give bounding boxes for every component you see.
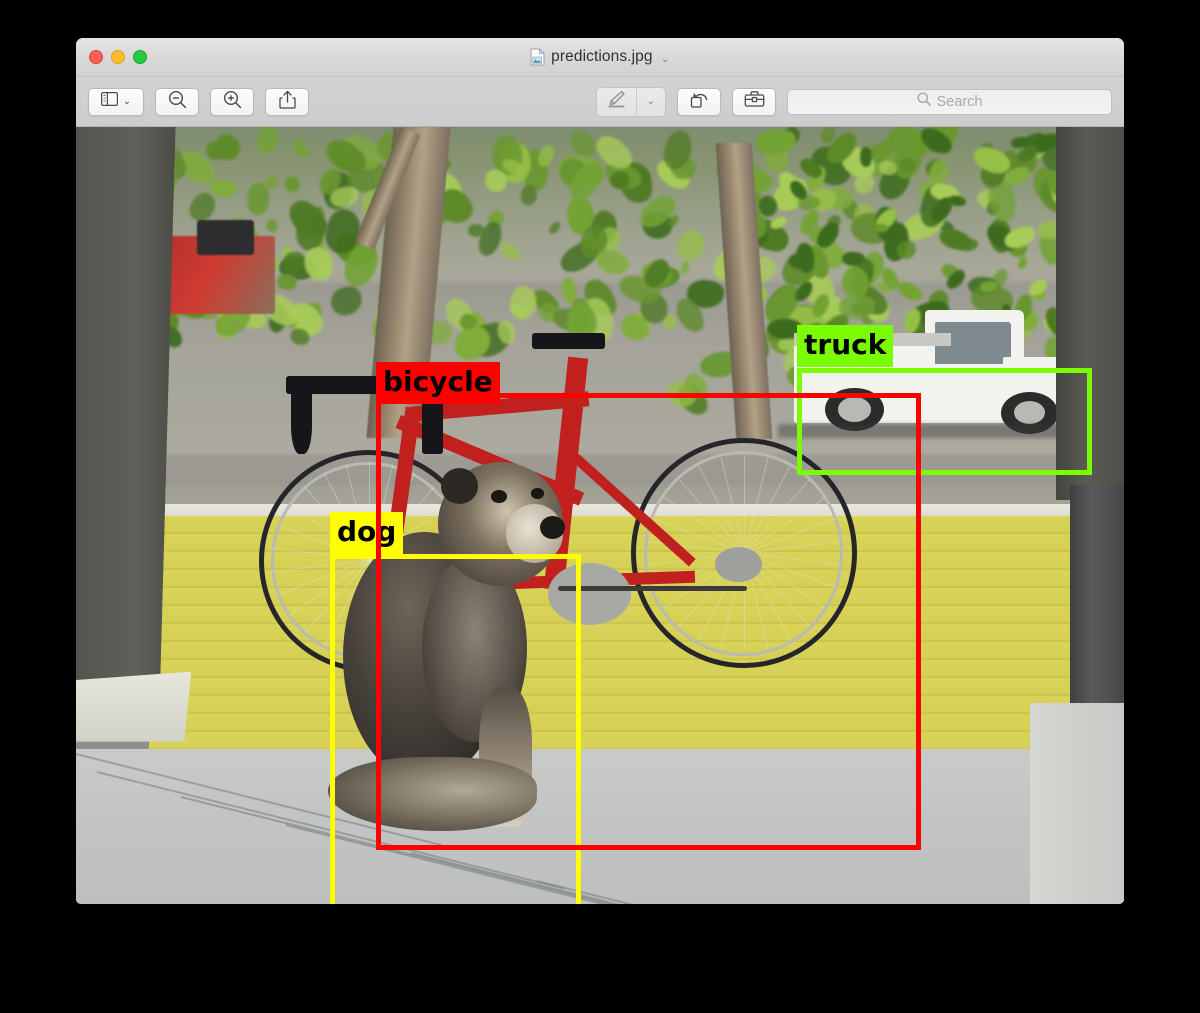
title-chevron-down-icon[interactable]: ⌄ — [661, 52, 670, 65]
scene-floor-plank — [537, 880, 1107, 904]
predictions-image: truck dog bicycle — [76, 127, 1124, 904]
markup-chevron-button[interactable]: ⌄ — [637, 88, 665, 116]
window-title-group[interactable]: predictions.jpg ⌄ — [530, 48, 670, 66]
scene-bicycle-crankset — [548, 563, 632, 625]
scene-bicycle-chain — [558, 586, 747, 591]
markup-toolbox-icon — [744, 90, 765, 113]
markup-button[interactable] — [597, 88, 636, 116]
search-icon — [917, 92, 931, 111]
window-toolbar: ⌄ ⌄ Search — [76, 77, 1124, 127]
scene-dog-eye-left — [491, 490, 507, 502]
minimize-button[interactable] — [111, 50, 125, 64]
scene-dog-ear — [441, 468, 479, 504]
zoom-in-icon — [223, 90, 242, 114]
zoom-out-icon — [168, 90, 187, 114]
window-titlebar: predictions.jpg ⌄ — [76, 38, 1124, 77]
close-button[interactable] — [89, 50, 103, 64]
scene-porch-floor — [76, 749, 1124, 904]
window-title: predictions.jpg — [551, 48, 652, 66]
search-input[interactable]: Search — [787, 89, 1112, 115]
scene-bicycle-saddle — [532, 333, 605, 349]
rotate-left-icon — [690, 90, 709, 114]
markup-toolbox-button[interactable] — [732, 88, 776, 116]
markup-button-group[interactable]: ⌄ — [596, 87, 666, 117]
detection-label-bicycle: bicycle — [376, 362, 500, 404]
search-placeholder: Search — [937, 94, 983, 110]
markup-pen-icon — [607, 90, 626, 113]
image-viewer-canvas[interactable]: truck dog bicycle — [76, 127, 1124, 904]
share-button[interactable] — [265, 88, 309, 116]
scene-right-rail — [1030, 703, 1124, 904]
sidebar-button[interactable]: ⌄ — [88, 88, 144, 116]
scene-right-column — [1056, 127, 1124, 500]
scene-leaf — [874, 224, 889, 233]
rotate-button[interactable] — [677, 88, 721, 116]
scene-motorcycle-seat — [197, 220, 255, 255]
markup-chevron-down-icon: ⌄ — [647, 96, 655, 107]
scene-bicycle-spoke — [744, 455, 745, 553]
scene-left-column-base — [76, 672, 191, 742]
jpeg-document-icon — [530, 48, 545, 66]
scene-left-column — [76, 127, 176, 703]
scene-truck-shadow — [778, 424, 1071, 438]
preview-window: predictions.jpg ⌄ ⌄ ⌄ Search truck dog b… — [76, 38, 1124, 904]
detection-label-truck: truck — [797, 325, 893, 367]
zoom-out-button[interactable] — [155, 88, 199, 116]
desktop-background: predictions.jpg ⌄ ⌄ ⌄ Search truck dog b… — [0, 0, 1200, 1013]
detection-label-dog: dog — [330, 512, 403, 554]
scene-right-column-lower — [1070, 485, 1124, 734]
scene-bicycle-drop-left — [291, 384, 312, 454]
toolbar-left-group: ⌄ — [88, 88, 309, 116]
toolbar-right-group: ⌄ Search — [596, 87, 1112, 117]
share-icon — [279, 90, 296, 114]
sidebar-chevron-down-icon[interactable]: ⌄ — [123, 96, 131, 107]
window-controls — [89, 38, 147, 76]
maximize-button[interactable] — [133, 50, 147, 64]
zoom-in-button[interactable] — [210, 88, 254, 116]
sidebar-icon — [101, 92, 118, 111]
